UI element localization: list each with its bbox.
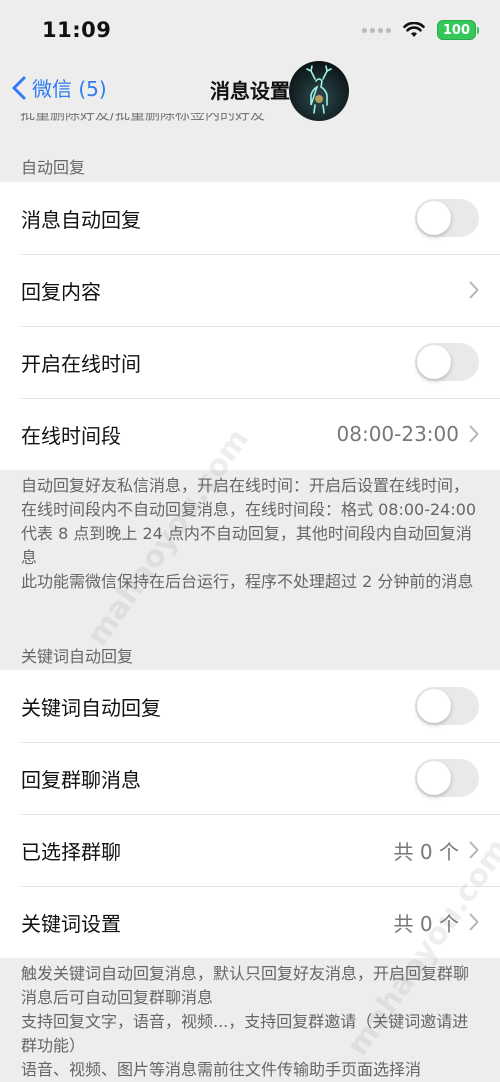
row-online-time: 开启在线时间 (0, 326, 500, 398)
row-reply-content[interactable]: 回复内容 (0, 254, 500, 326)
row-keyword-auto-reply: 关键词自动回复 (0, 670, 500, 742)
clock: 11:09 (42, 18, 112, 42)
message-auto-reply-toggle[interactable] (415, 199, 479, 237)
online-period-value: 08:00-23:00 (336, 422, 460, 446)
row-label: 回复内容 (21, 279, 101, 304)
row-label: 关键词自动回复 (21, 695, 161, 720)
deer-logo-icon (306, 65, 332, 114)
back-label: 微信 (5) (32, 77, 107, 101)
footnote-line: 支持回复文字，语音，视频...，支持回复群邀请（关键词邀请进群功能） (21, 1012, 469, 1055)
row-selected-groups[interactable]: 已选择群聊 共 0 个 (0, 814, 500, 886)
row-online-period[interactable]: 在线时间段 08:00-23:00 (0, 398, 500, 470)
row-label: 开启在线时间 (21, 351, 141, 376)
chevron-right-icon (469, 281, 479, 299)
keyword-reply-footnote: 触发关键词自动回复消息，默认只回复好友消息，开启回复群聊消息后可自动回复群聊消息… (21, 962, 481, 1082)
keyword-auto-reply-toggle[interactable] (415, 687, 479, 725)
scrolled-text: 批量删除好友/批量删除标签内的好友 (20, 113, 266, 123)
keyword-settings-count: 共 0 个 (393, 911, 459, 936)
selected-groups-count: 共 0 个 (393, 839, 459, 864)
footnote-line: 语音、视频、图片等消息需前往文件传输助手页面选择消 (21, 1060, 422, 1079)
row-label: 回复群聊消息 (21, 767, 141, 792)
auto-reply-group: 消息自动回复 回复内容 开启在线时间 在线时间段 08:00-23:00 (0, 182, 500, 470)
row-label: 在线时间段 (21, 423, 121, 448)
footnote-line: 自动回复好友私信消息，开启在线时间：开启后设置在线时间，在线时间段内不自动回复消… (21, 476, 477, 567)
row-reply-group-messages: 回复群聊消息 (0, 742, 500, 814)
chevron-left-icon (12, 76, 26, 99)
online-time-toggle[interactable] (415, 343, 479, 381)
row-label: 已选择群聊 (21, 839, 121, 864)
status-icons: 100 (361, 20, 480, 40)
signal-icon (361, 27, 391, 33)
back-button[interactable]: 微信 (5) (12, 73, 107, 102)
section-header-keyword-reply: 关键词自动回复 (21, 647, 134, 666)
row-label: 关键词设置 (21, 911, 121, 936)
chevron-right-icon (469, 841, 479, 859)
row-label: 消息自动回复 (21, 207, 141, 232)
status-bar: 11:09 100 (0, 0, 500, 60)
chevron-right-icon (469, 913, 479, 931)
reply-group-messages-toggle[interactable] (415, 759, 479, 797)
footnote-line: 此功能需微信保持在后台运行，程序不处理超过 2 分钟前的消息 (21, 572, 474, 591)
chevron-right-icon (469, 425, 479, 443)
row-message-auto-reply: 消息自动回复 (0, 182, 500, 254)
page-title: 消息设置 (210, 78, 290, 103)
avatar[interactable] (289, 61, 349, 121)
battery-indicator: 100 (436, 20, 480, 40)
wifi-icon (403, 22, 425, 37)
section-header-auto-reply: 自动回复 (21, 158, 86, 177)
row-keyword-settings[interactable]: 关键词设置 共 0 个 (0, 886, 500, 958)
auto-reply-footnote: 自动回复好友私信消息，开启在线时间：开启后设置在线时间，在线时间段内不自动回复消… (21, 474, 481, 594)
nav-bar: 微信 (5) 消息设置 (0, 60, 500, 121)
footnote-line: 触发关键词自动回复消息，默认只回复好友消息，开启回复群聊消息后可自动回复群聊消息 (21, 964, 470, 1007)
keyword-reply-group: 关键词自动回复 回复群聊消息 已选择群聊 共 0 个 关键词设置 共 0 个 (0, 670, 500, 958)
